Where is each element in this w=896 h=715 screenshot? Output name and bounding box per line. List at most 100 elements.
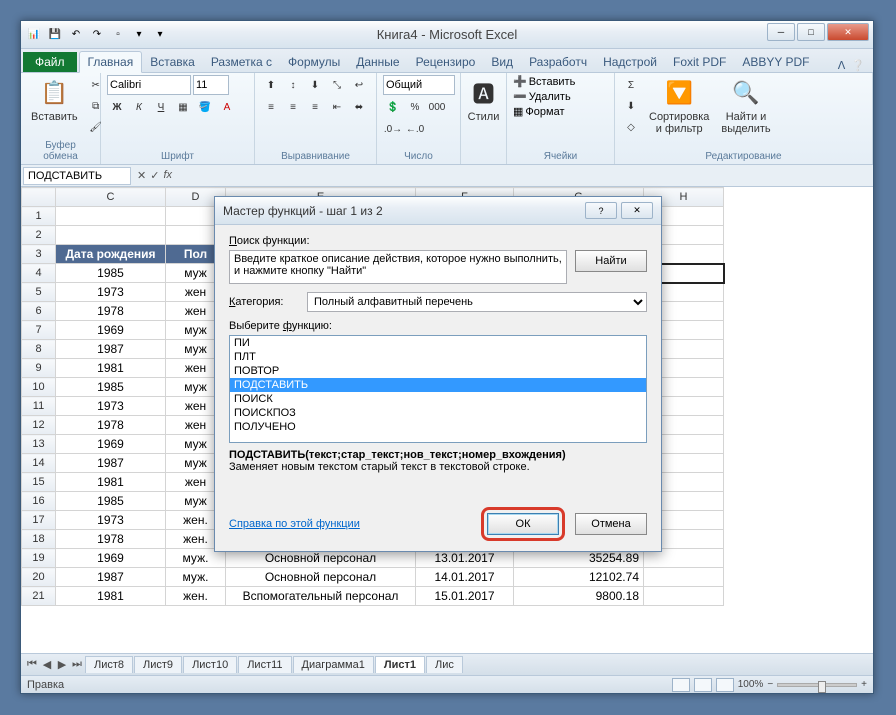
cell[interactable]: жен. xyxy=(166,587,226,606)
cell[interactable]: 1978 xyxy=(56,302,166,321)
tab-layout[interactable]: Разметка с xyxy=(203,52,280,72)
repeat-icon[interactable]: ▾ xyxy=(151,26,169,44)
tab-data[interactable]: Данные xyxy=(348,52,407,72)
row-header[interactable]: 21 xyxy=(22,587,56,606)
tab-review[interactable]: Рецензиро xyxy=(408,52,484,72)
tab-foxit[interactable]: Foxit PDF xyxy=(665,52,734,72)
cell[interactable]: 1987 xyxy=(56,454,166,473)
row-header[interactable]: 5 xyxy=(22,283,56,302)
currency-icon[interactable]: 💲 xyxy=(383,97,403,117)
comma-icon[interactable]: 000 xyxy=(427,97,447,117)
row-header[interactable]: 2 xyxy=(22,226,56,245)
row-header[interactable]: 6 xyxy=(22,302,56,321)
close-button[interactable]: ✕ xyxy=(827,23,869,41)
sheet-nav[interactable]: ⏮ ◀ ▶ ⏭ xyxy=(25,658,84,671)
border-button[interactable]: ▦ xyxy=(173,97,193,117)
cell[interactable] xyxy=(644,587,724,606)
cell[interactable]: 15.01.2017 xyxy=(416,587,514,606)
ok-button[interactable]: ОК xyxy=(487,513,559,535)
insert-cells-button[interactable]: ➕Вставить xyxy=(513,75,575,88)
function-list-item[interactable]: ПОЛУЧЕНО xyxy=(230,420,646,434)
cell[interactable]: 1969 xyxy=(56,321,166,340)
cell[interactable]: 1985 xyxy=(56,378,166,397)
cell[interactable]: 1969 xyxy=(56,549,166,568)
tab-addins[interactable]: Надстрой xyxy=(595,52,665,72)
name-box[interactable]: ПОДСТАВИТЬ xyxy=(23,167,131,185)
file-tab[interactable]: Файл xyxy=(23,52,77,72)
cell[interactable]: муж. xyxy=(166,568,226,587)
styles-button[interactable]: 🅰 Стили xyxy=(467,75,500,125)
sheet-tab[interactable]: Диаграмма1 xyxy=(293,656,374,673)
sheet-tab[interactable]: Лист8 xyxy=(85,656,133,673)
underline-button[interactable]: Ч xyxy=(151,97,171,117)
sheet-tab[interactable]: Лист11 xyxy=(238,656,291,673)
function-list-item[interactable]: ПИ xyxy=(230,336,646,350)
cell[interactable]: 1981 xyxy=(56,587,166,606)
minimize-button[interactable]: ─ xyxy=(767,23,795,41)
help-link[interactable]: Справка по этой функции xyxy=(229,518,360,530)
cell[interactable]: 1985 xyxy=(56,264,166,283)
fill-color-button[interactable]: 🪣 xyxy=(195,97,215,117)
row-header[interactable]: 11 xyxy=(22,397,56,416)
prev-sheet-icon[interactable]: ◀ xyxy=(40,658,54,671)
align-center-icon[interactable]: ≡ xyxy=(283,97,303,117)
decrease-decimal-icon[interactable]: ←.0 xyxy=(405,119,425,139)
table-header[interactable]: Дата рождения xyxy=(56,245,166,264)
increase-decimal-icon[interactable]: .0→ xyxy=(383,119,403,139)
first-sheet-icon[interactable]: ⏮ xyxy=(25,658,39,671)
zoom-slider[interactable] xyxy=(777,683,857,687)
paste-button[interactable]: 📋 Вставить xyxy=(27,75,82,125)
cell[interactable]: 12102.74 xyxy=(514,568,644,587)
sort-filter-button[interactable]: 🔽 Сортировка и фильтр xyxy=(645,75,713,137)
find-select-button[interactable]: 🔍 Найти и выделить xyxy=(717,75,774,137)
row-header[interactable]: 15 xyxy=(22,473,56,492)
zoom-out-icon[interactable]: − xyxy=(767,679,773,690)
maximize-button[interactable]: □ xyxy=(797,23,825,41)
cell[interactable] xyxy=(644,568,724,587)
function-listbox[interactable]: ПИПЛТПОВТОРПОДСТАВИТЬПОИСКПОИСКПОЗПОЛУЧЕ… xyxy=(229,335,647,443)
row-header[interactable]: 13 xyxy=(22,435,56,454)
undo-icon[interactable]: ↶ xyxy=(67,26,85,44)
cancel-formula-icon[interactable]: ✕ xyxy=(137,169,146,182)
category-select[interactable]: Полный алфавитный перечень xyxy=(307,292,647,312)
sheet-tab[interactable]: Лист10 xyxy=(183,656,237,673)
function-list-item[interactable]: ПОДСТАВИТЬ xyxy=(230,378,646,392)
font-size-select[interactable] xyxy=(193,75,229,95)
cell[interactable]: 14.01.2017 xyxy=(416,568,514,587)
cell[interactable]: 1978 xyxy=(56,530,166,549)
wrap-text-icon[interactable]: ↩ xyxy=(349,75,369,95)
tab-insert[interactable]: Вставка xyxy=(142,52,203,72)
cell[interactable]: 1978 xyxy=(56,416,166,435)
col-header[interactable] xyxy=(22,188,56,207)
function-list-item[interactable]: ПОИСК xyxy=(230,392,646,406)
new-icon[interactable]: ▫ xyxy=(109,26,127,44)
tab-abbyy[interactable]: ABBYY PDF xyxy=(734,52,817,72)
orientation-icon[interactable]: ⤡ xyxy=(327,75,347,95)
row-header[interactable]: 4 xyxy=(22,264,56,283)
page-break-view-button[interactable] xyxy=(716,678,734,692)
tab-home[interactable]: Главная xyxy=(79,51,143,73)
next-sheet-icon[interactable]: ▶ xyxy=(55,658,69,671)
indent-dec-icon[interactable]: ⇤ xyxy=(327,97,347,117)
tab-view[interactable]: Вид xyxy=(483,52,521,72)
sheet-tab[interactable]: Лист1 xyxy=(375,656,425,673)
row-header[interactable]: 14 xyxy=(22,454,56,473)
cell[interactable]: 1987 xyxy=(56,340,166,359)
cell[interactable]: 1985 xyxy=(56,492,166,511)
save-icon[interactable]: 💾 xyxy=(46,26,64,44)
autosum-icon[interactable]: Σ xyxy=(621,75,641,95)
format-cells-button[interactable]: ▦Формат xyxy=(513,105,564,118)
clear-icon[interactable]: ◇ xyxy=(621,117,641,137)
function-list-item[interactable]: ПОВТОР xyxy=(230,364,646,378)
delete-cells-button[interactable]: ➖Удалить xyxy=(513,90,571,103)
search-input[interactable]: Введите краткое описание действия, котор… xyxy=(229,250,567,284)
cell[interactable]: Основной персонал xyxy=(226,568,416,587)
cell[interactable] xyxy=(56,226,166,245)
italic-button[interactable]: К xyxy=(129,97,149,117)
cell[interactable]: 1973 xyxy=(56,397,166,416)
normal-view-button[interactable] xyxy=(672,678,690,692)
page-layout-view-button[interactable] xyxy=(694,678,712,692)
row-header[interactable]: 7 xyxy=(22,321,56,340)
fill-icon[interactable]: ⬇ xyxy=(621,96,641,116)
row-header[interactable]: 9 xyxy=(22,359,56,378)
